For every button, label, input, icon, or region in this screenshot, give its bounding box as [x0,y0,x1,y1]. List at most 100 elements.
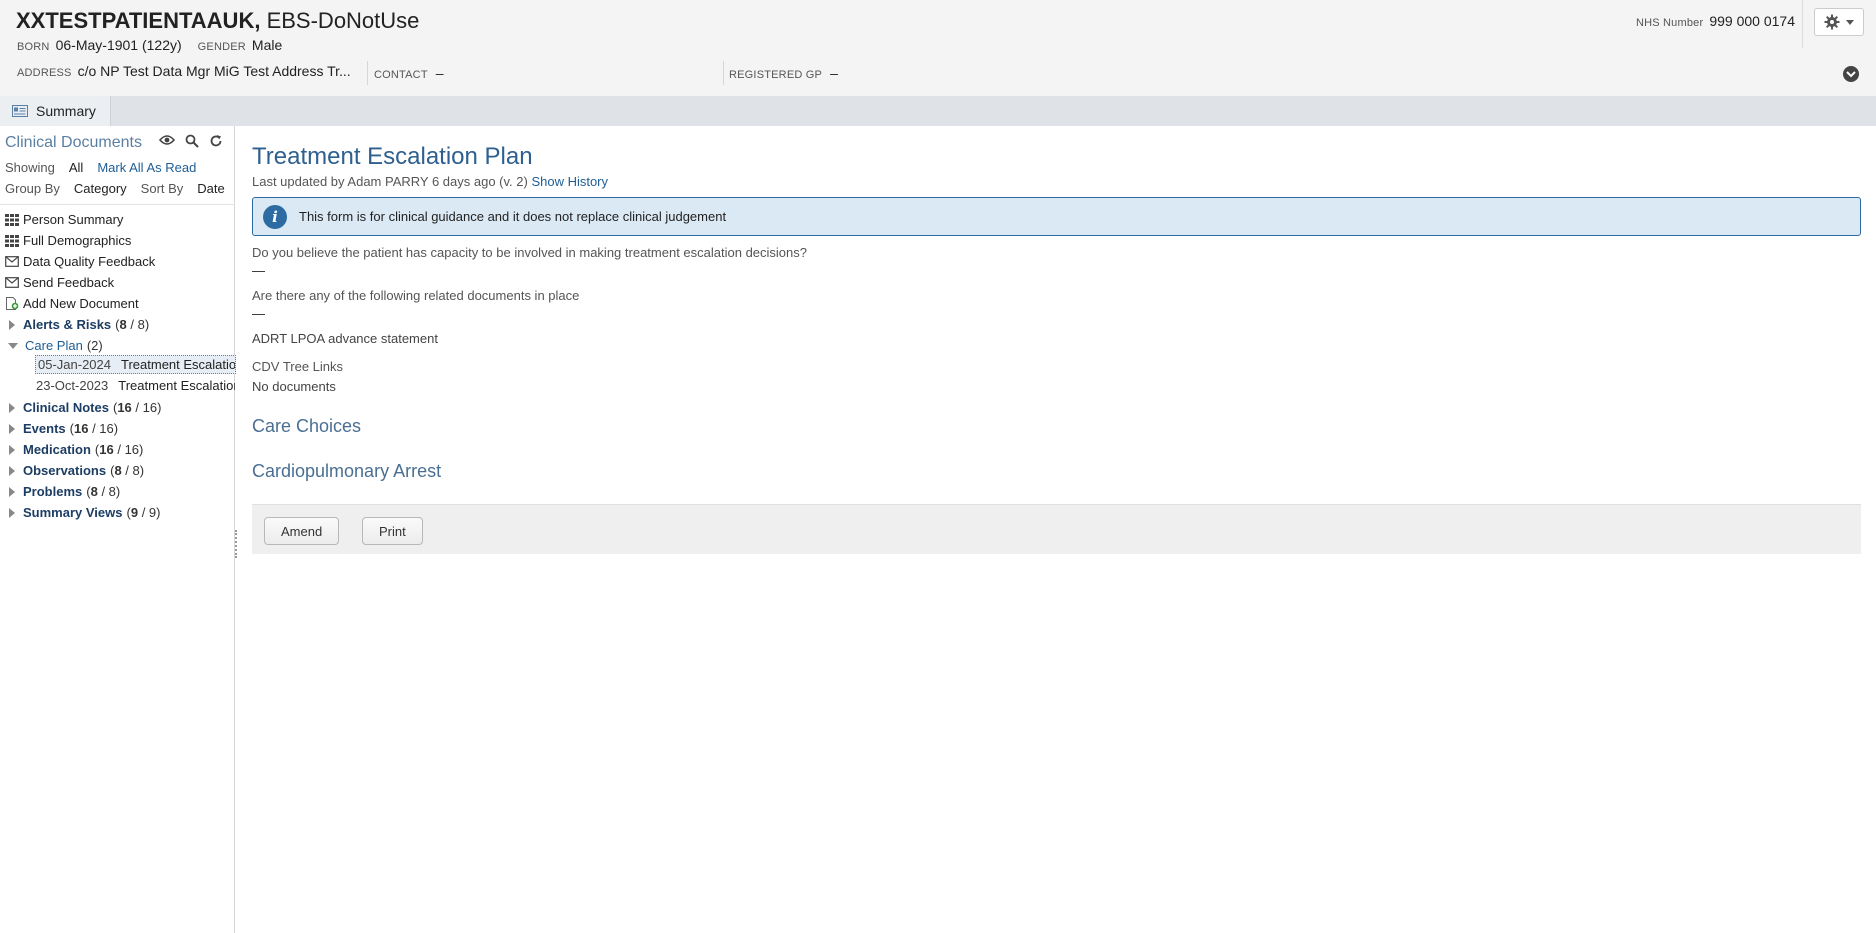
divider [0,204,235,205]
grid-icon [5,234,19,247]
group-sort-row: Group By Category Sort By Date [5,181,239,196]
section-cardiopulmonary-arrest: Cardiopulmonary Arrest [252,461,442,481]
category-count: (8 / 8) [110,463,145,478]
category-name: Clinical Notes [23,400,109,415]
chevron-down-icon [1846,19,1854,25]
category-count: (9 / 9) [126,505,161,520]
category-medication[interactable]: Medication (16 / 16) [5,442,143,457]
action-bar: Amend Print [252,504,1861,554]
expand-arrow-icon[interactable] [9,319,15,330]
sidebar-item-full-demographics[interactable]: Full Demographics [5,233,131,248]
mark-all-read-link[interactable]: Mark All As Read [97,160,196,175]
sort-by-label: Sort By [140,181,184,196]
print-button[interactable]: Print [362,517,423,545]
document-row[interactable]: 23-Oct-2023 Treatment Escalation Plan [34,376,235,395]
showing-label: Showing [5,160,55,175]
divider [1802,0,1803,48]
gear-icon [1824,14,1840,30]
group-by-value[interactable]: Category [74,181,127,196]
eye-icon[interactable] [159,134,175,146]
show-history-link[interactable]: Show History [531,174,608,189]
category-summary-views[interactable]: Summary Views (9 / 9) [5,505,161,520]
expand-arrow-icon[interactable] [9,486,15,497]
expand-arrow-icon[interactable] [9,423,15,434]
category-clinical-notes[interactable]: Clinical Notes (16 / 16) [5,400,161,415]
expand-arrow-icon[interactable] [9,465,15,476]
sidebar-toolbar [159,134,223,148]
collapse-arrow-icon[interactable] [8,342,18,349]
expand-arrow-icon[interactable] [9,402,15,413]
registered-gp-field: REGISTERED GP – [729,65,838,81]
sidebar-item-label: Full Demographics [23,233,132,248]
amend-button[interactable]: Amend [264,517,340,545]
sidebar-item-label: Send Feedback [23,275,115,290]
document-date: 23-Oct-2023 [36,378,109,393]
patient-forename: EBS-DoNotUse [266,8,420,33]
expand-arrow-icon[interactable] [9,444,15,455]
category-name: Summary Views [23,505,123,520]
sidebar-item-data-quality-feedback[interactable]: Data Quality Feedback [5,254,155,269]
category-care-plan[interactable]: Care Plan (2) [5,338,103,353]
document-row-selected[interactable]: 05-Jan-2024 Treatment Escalation Plan [35,355,236,374]
group-by-label: Group By [5,181,60,196]
category-problems[interactable]: Problems (8 / 8) [5,484,120,499]
document-view: Treatment Escalation Plan Last updated b… [236,126,1876,933]
clinical-documents-sidebar: Clinical Documents Showing All Mark All As… [0,126,236,933]
showing-value[interactable]: All [69,160,83,175]
info-text: This form is for clinical guidance and i… [299,209,727,224]
settings-menu-button[interactable] [1814,8,1864,36]
add-document-icon [5,297,19,310]
search-icon[interactable] [185,134,199,148]
category-alerts-risks[interactable]: Alerts & Risks (8 / 8) [5,317,149,332]
category-events[interactable]: Events (16 / 16) [5,421,118,436]
category-count: (2) [86,338,103,353]
patient-banner: XXTESTPATIENTAAUK, EBS-DoNotUse BORN 06-M… [0,0,1876,96]
nhs-value: 999 000 0174 [1709,13,1795,29]
category-count: (16 / 16) [94,442,144,457]
summary-card-icon [12,105,28,117]
related-documents-link[interactable]: ADRT LPOA advance statement [252,331,438,346]
category-count: (16 / 16) [69,421,119,436]
expand-banner-button[interactable] [1843,66,1859,82]
sidebar-title: Clinical Documents [5,134,142,151]
born-gender-row: BORN 06-May-1901 (122y) GENDER Male [17,37,282,53]
answer-related-documents: — [252,306,265,321]
category-name: Medication [23,442,91,457]
envelope-icon [5,277,19,289]
document-title: Treatment Escalation Plan [118,378,235,393]
patient-surname: XXTESTPATIENTAAUK, [16,8,261,33]
category-count: (8 / 8) [86,484,121,499]
expand-arrow-icon[interactable] [9,507,15,518]
sort-by-value[interactable]: Date [197,181,224,196]
address-value: c/o NP Test Data Mgr MiG Test Address Tr… [77,63,351,79]
envelope-icon [5,256,19,268]
cdv-tree-links-label: CDV Tree Links [252,359,344,374]
tab-label: Summary [36,103,96,119]
sidebar-item-person-summary[interactable]: Person Summary [5,212,123,227]
gp-label: REGISTERED GP [729,69,823,81]
document-title: Treatment Escalation Plan [252,143,533,170]
category-observations[interactable]: Observations (8 / 8) [5,463,144,478]
tab-strip: Summary [0,96,1876,126]
contact-value: – [435,65,444,81]
sidebar-item-label: Person Summary [23,212,124,227]
divider [723,61,724,85]
question-related-documents: Are there any of the following related d… [252,288,580,303]
sidebar-item-send-feedback[interactable]: Send Feedback [5,275,114,290]
grid-icon [5,213,19,226]
sidebar-item-add-new-document[interactable]: Add New Document [5,296,139,311]
last-updated: Last updated by Adam PARRY 6 days ago (v… [252,174,608,189]
nhs-label: NHS Number [1635,17,1704,29]
nhs-number: NHS Number 999 000 0174 [1636,13,1795,29]
address-label: ADDRESS [17,67,72,79]
showing-row: Showing All Mark All As Read [5,160,196,175]
category-name: Events [23,421,66,436]
refresh-icon[interactable] [209,134,223,148]
document-date: 05-Jan-2024 [38,357,111,372]
address-row: ADDRESS c/o NP Test Data Mgr MiG Test Add… [17,63,351,79]
tab-summary[interactable]: Summary [0,96,111,126]
category-name: Problems [23,484,83,499]
sidebar-item-label: Data Quality Feedback [23,254,156,269]
category-name: Observations [23,463,107,478]
question-capacity: Do you believe the patient has capacity … [252,245,807,260]
